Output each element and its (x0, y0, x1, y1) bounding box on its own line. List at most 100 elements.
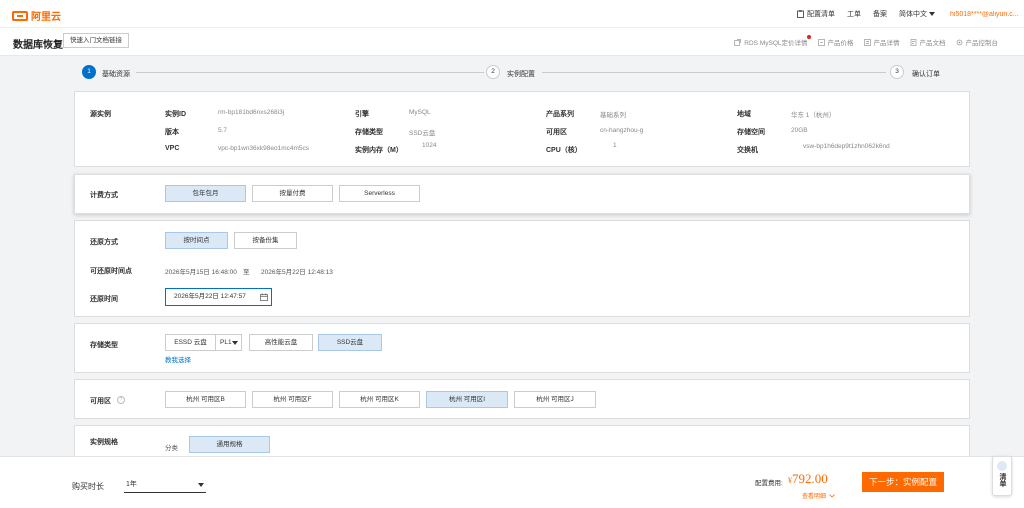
billing-option-subscription[interactable]: 包年包月 (165, 185, 246, 202)
storage-option-essd[interactable]: ESSD 云盘 (165, 334, 216, 351)
storage-panel: 存储类型 ESSD 云盘 PL1 高性能云盘 SSD云盘 教我选择 (74, 323, 970, 373)
step-3-circle: 3 (890, 65, 904, 79)
account-name[interactable]: hi5018****@aliyun.c... (950, 11, 1024, 18)
field-key: 实例内存（M） (355, 147, 403, 154)
view-detail-link[interactable]: 查看明细 (802, 491, 835, 500)
fee-number: 792.00 (792, 471, 828, 486)
billing-option-payg[interactable]: 按量付费 (252, 185, 333, 202)
top-bar: 阿里云 配置清单 工单 备案 简体中文 hi5018****@aliyun.c.… (0, 0, 1024, 28)
step-2-circle: 2 (486, 65, 500, 79)
billing-label: 计费方式 (90, 192, 118, 199)
config-list-float-button[interactable]: 清单 (992, 456, 1012, 496)
spec-category-label: 分类 (165, 445, 178, 452)
source-instance-panel: 源实例 实例ID rm-bp181bd6nxs268i3j 引擎 MySQL 产… (74, 91, 970, 167)
essd-performance-select[interactable]: PL1 (215, 334, 242, 351)
document-icon (910, 38, 916, 46)
duration-select[interactable]: 1年 (124, 478, 206, 493)
field-key: 交换机 (737, 147, 758, 154)
external-link-icon (734, 38, 742, 46)
nav-config-list[interactable]: 配置清单 (797, 9, 835, 19)
field-value: 5.7 (218, 127, 228, 134)
next-step-button[interactable]: 下一步：实例配置 (862, 472, 944, 492)
zone-option-i[interactable]: 杭州 可用区I (426, 391, 508, 408)
quick-start-button[interactable]: 快速入门文档链接 (63, 33, 129, 48)
link-product-console[interactable]: 产品控制台 (956, 37, 998, 47)
field-value: SSD云盘 (409, 130, 436, 137)
zone-option-j[interactable]: 杭州 可用区J (514, 391, 596, 408)
step-connector (542, 72, 886, 73)
order-footer: 购买时长 1年 配置费用: ¥792.00 查看明细 下一步：实例配置 (0, 456, 1024, 508)
step-1-circle: 1 (82, 65, 96, 79)
price-icon (817, 38, 825, 46)
nav-ticket[interactable]: 工单 (847, 9, 861, 19)
field-key: 产品系列 (546, 111, 574, 118)
field-key: 可用区 (546, 129, 567, 136)
title-bar: 数据库恢复 快速入门文档链接 RDS MySQL定价详情 产品价格 产品详情 产… (0, 28, 1024, 56)
zone-label: 可用区 (90, 398, 111, 405)
chevron-down-icon (828, 494, 835, 498)
field-key: 引擎 (355, 111, 369, 118)
restore-by-time-button[interactable]: 按时间点 (165, 232, 228, 249)
caret-down-icon (929, 12, 935, 16)
spec-panel: 实例规格 分类 通用规格 (74, 425, 970, 456)
float-label: 清单 (999, 473, 1006, 487)
duration-label: 购买时长 (72, 482, 104, 491)
field-key: 存储类型 (355, 129, 383, 136)
gear-icon (956, 39, 962, 45)
field-value: rm-bp181bd6nxs268i3j (218, 109, 285, 116)
field-key: 存储空间 (737, 129, 765, 136)
spec-option-general[interactable]: 通用规格 (189, 436, 270, 453)
field-key: 版本 (165, 129, 179, 136)
zone-panel: 可用区 ? 杭州 可用区B 杭州 可用区F 杭州 可用区K 杭州 可用区I 杭州… (74, 379, 970, 419)
field-value: 1024 (422, 142, 437, 149)
help-icon[interactable]: ? (117, 396, 125, 404)
calendar-icon (260, 293, 268, 301)
brand-name: 阿里云 (31, 12, 61, 23)
fee-amount: ¥792.00 (788, 471, 828, 487)
step-progress: 1 基础资源 2 实例配置 3 确认订单 (74, 62, 950, 82)
step-3-label: 确认订单 (912, 71, 940, 78)
notification-dot (806, 35, 811, 39)
field-value: vsw-bp1h6dep9t1zhn062k6nd (803, 143, 890, 150)
caret-down-icon (198, 483, 204, 487)
nav-language[interactable]: 简体中文 (899, 9, 938, 19)
restore-by-backup-button[interactable]: 按备份集 (234, 232, 297, 249)
field-key: 实例ID (165, 111, 186, 118)
nav-filing[interactable]: 备案 (873, 9, 887, 19)
restore-time-input[interactable]: 2026年5月22日 12:47:57 (165, 288, 272, 306)
restore-range-separator: 至 (243, 269, 250, 276)
link-product-doc[interactable]: 产品文档 (910, 37, 946, 47)
section-label: 源实例 (90, 111, 111, 118)
billing-option-serverless[interactable]: Serverless (339, 185, 420, 202)
restore-method-label: 还原方式 (90, 239, 118, 246)
storage-option-ssd[interactable]: SSD云盘 (318, 334, 382, 351)
storage-help-link[interactable]: 教我选择 (165, 354, 191, 364)
detail-icon (863, 38, 871, 46)
restore-range-end: 2026年5月22日 12:48:13 (261, 269, 333, 276)
field-value: cn-hangzhou-g (600, 127, 644, 134)
restore-range-start: 2026年5月15日 16:48:00 (165, 269, 237, 276)
step-connector (136, 72, 484, 73)
billing-panel: 计费方式 包年包月 按量付费 Serverless (74, 174, 970, 214)
field-key: 地域 (737, 111, 751, 118)
zone-option-f[interactable]: 杭州 可用区F (252, 391, 333, 408)
storage-label: 存储类型 (90, 342, 118, 349)
link-product-detail[interactable]: 产品详情 (863, 37, 900, 47)
link-product-price[interactable]: 产品价格 (817, 37, 854, 47)
storage-option-efficiency[interactable]: 高性能云盘 (249, 334, 313, 351)
restore-time-label: 还原时间 (90, 296, 118, 303)
field-value: 基础系列 (600, 112, 626, 119)
page-title: 数据库恢复 (13, 40, 63, 51)
brand-logo[interactable]: 阿里云 (12, 8, 61, 23)
step-1-label: 基础资源 (102, 71, 130, 78)
list-icon (997, 461, 1007, 471)
clipboard-icon (797, 10, 804, 18)
step-2-label: 实例配置 (507, 71, 535, 78)
field-value: 20GB (791, 127, 808, 134)
zone-option-b[interactable]: 杭州 可用区B (165, 391, 246, 408)
field-value: 华东 1（杭州） (791, 112, 836, 119)
link-pricing-detail[interactable]: RDS MySQL定价详情 (734, 35, 811, 47)
field-key: VPC (165, 145, 180, 152)
field-value: vpc-bp1wn36xk98eo1mc4m5cs (218, 145, 310, 152)
zone-option-k[interactable]: 杭州 可用区K (339, 391, 420, 408)
